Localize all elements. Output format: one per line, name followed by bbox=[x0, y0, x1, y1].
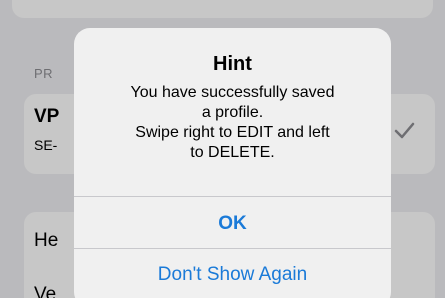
alert-message-line: a profile. bbox=[201, 104, 264, 121]
alert-divider bbox=[74, 196, 391, 197]
screen: PR VP SE- He Ve Hint You have successful… bbox=[0, 0, 445, 298]
alert-title: Hint bbox=[213, 53, 252, 75]
alert-message-line: Swipe right to EDIT and left bbox=[135, 124, 330, 141]
alert-message: You have successfully saved a profile. S… bbox=[94, 83, 371, 163]
alert-message-line: to DELETE. bbox=[190, 144, 275, 161]
ok-button[interactable]: OK bbox=[74, 213, 391, 235]
alert-divider bbox=[74, 248, 391, 249]
dont-show-again-button[interactable]: Don't Show Again bbox=[74, 264, 391, 286]
hint-alert: Hint You have successfully saved a profi… bbox=[74, 28, 391, 298]
alert-message-line: You have successfully saved bbox=[130, 84, 335, 101]
